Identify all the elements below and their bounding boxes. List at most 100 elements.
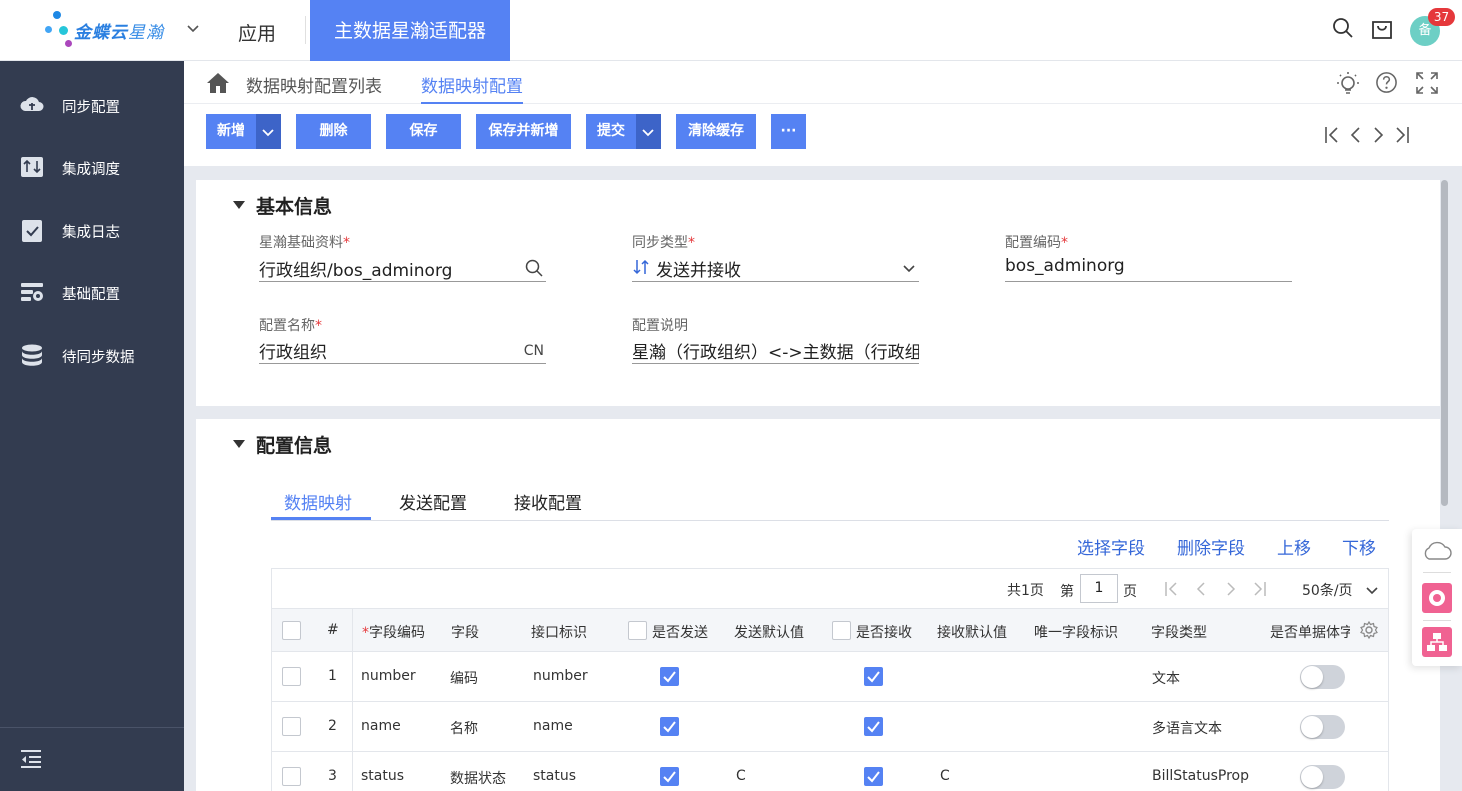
single-toggle-off[interactable] xyxy=(1300,665,1345,689)
search-icon[interactable] xyxy=(525,259,543,277)
sidebar-item-base-config[interactable]: 基础配置 xyxy=(0,261,184,323)
collapse-triangle-icon[interactable] xyxy=(233,440,245,448)
tab-send-config[interactable]: 发送配置 xyxy=(399,489,467,514)
active-app-tab[interactable]: 主数据星瀚适配器 xyxy=(310,0,510,61)
more-button[interactable]: ··· xyxy=(771,114,806,149)
sync-type-select[interactable]: 发送并接收 xyxy=(632,252,919,282)
cart-icon[interactable] xyxy=(1370,17,1394,41)
grid-pager: 共1页 第 1 页 50条/页 xyxy=(272,569,1388,609)
kingdee-logo-icon[interactable] xyxy=(42,10,72,50)
config-desc-field[interactable]: 星瀚（行政组织）<->主数据（行政组 xyxy=(632,334,919,364)
breadcrumb-item-current[interactable]: 数据映射配置 xyxy=(421,72,523,104)
field-cell[interactable]: 名称 xyxy=(450,718,478,738)
receive-checkbox-checked[interactable] xyxy=(864,667,883,686)
field-cell[interactable]: 编码 xyxy=(450,668,478,688)
cloud-icon[interactable] xyxy=(1422,539,1452,561)
send-default-cell[interactable]: C xyxy=(736,768,746,784)
fullscreen-icon[interactable] xyxy=(1416,72,1438,94)
collapse-menu-icon[interactable] xyxy=(19,749,43,769)
divider xyxy=(305,16,306,44)
cloud-sync-icon xyxy=(20,97,44,111)
next-record-icon[interactable] xyxy=(1372,126,1386,144)
send-all-checkbox[interactable] xyxy=(628,621,647,640)
sidebar-item-pending-data[interactable]: 待同步数据 xyxy=(0,324,184,386)
submit-button[interactable]: 提交 xyxy=(586,114,636,149)
delete-field-button[interactable]: 删除字段 xyxy=(1177,534,1245,559)
api-id-cell[interactable]: name xyxy=(533,718,573,734)
tab-data-mapping[interactable]: 数据映射 xyxy=(284,489,352,514)
home-icon[interactable] xyxy=(206,72,230,94)
field-code-cell[interactable]: status xyxy=(361,768,404,784)
select-field-button[interactable]: 选择字段 xyxy=(1077,534,1145,559)
language-code[interactable]: CN xyxy=(524,343,544,359)
send-checkbox-checked[interactable] xyxy=(660,667,679,686)
field-code-cell[interactable]: name xyxy=(361,718,401,734)
row-checkbox[interactable] xyxy=(282,767,301,786)
new-button[interactable]: 新增 xyxy=(206,114,256,149)
receive-checkbox-checked[interactable] xyxy=(864,767,883,786)
save-and-new-button[interactable]: 保存并新增 xyxy=(476,114,571,149)
last-page-icon[interactable] xyxy=(1253,581,1267,597)
next-page-icon[interactable] xyxy=(1225,581,1237,597)
table-row[interactable]: 2 name 名称 name 多语言文本 xyxy=(272,702,1388,752)
org-chart-button[interactable] xyxy=(1422,627,1452,657)
api-id-cell[interactable]: status xyxy=(533,768,576,784)
row-checkbox[interactable] xyxy=(282,667,301,686)
collapse-triangle-icon[interactable] xyxy=(233,201,245,209)
last-record-icon[interactable] xyxy=(1394,126,1410,144)
sidebar-item-sync-config[interactable]: 同步配置 xyxy=(0,74,184,136)
first-record-icon[interactable] xyxy=(1324,126,1340,144)
receive-default-cell[interactable]: C xyxy=(940,768,950,784)
receive-all-checkbox[interactable] xyxy=(832,621,851,640)
submit-dropdown-button[interactable] xyxy=(636,114,661,149)
table-row[interactable]: 3 status 数据状态 status C C BillStatusProp xyxy=(272,752,1388,791)
lightbulb-icon[interactable] xyxy=(1336,71,1360,95)
col-field: 字段 xyxy=(451,625,479,641)
sidebar-item-log[interactable]: 集成日志 xyxy=(0,199,184,261)
send-checkbox-checked[interactable] xyxy=(660,767,679,786)
select-all-checkbox[interactable] xyxy=(282,621,301,640)
move-down-button[interactable]: 下移 xyxy=(1342,534,1376,559)
send-checkbox-checked[interactable] xyxy=(660,717,679,736)
settings-icon xyxy=(21,283,43,301)
toggle-knob xyxy=(1301,766,1323,788)
app-menu-tab[interactable]: 应用 xyxy=(238,19,276,46)
table-row[interactable]: 1 number 编码 number 文本 xyxy=(272,652,1388,702)
page-input[interactable]: 1 xyxy=(1080,574,1118,603)
brand-name[interactable]: 金蝶云星瀚 xyxy=(74,18,164,43)
gear-icon[interactable] xyxy=(1360,621,1378,639)
first-page-icon[interactable] xyxy=(1164,581,1178,597)
tab-receive-config[interactable]: 接收配置 xyxy=(514,489,582,514)
page-size-select[interactable]: 50条/页 xyxy=(1302,580,1353,600)
search-icon[interactable] xyxy=(1332,17,1354,39)
single-toggle-off[interactable] xyxy=(1300,715,1345,739)
new-dropdown-button[interactable] xyxy=(256,114,281,149)
help-icon[interactable] xyxy=(1375,71,1398,94)
vertical-scrollbar[interactable] xyxy=(1441,180,1448,506)
field-code-cell[interactable]: number xyxy=(361,668,416,684)
save-button[interactable]: 保存 xyxy=(386,114,461,149)
field-cell[interactable]: 数据状态 xyxy=(450,768,506,788)
config-code-field[interactable]: bos_adminorg xyxy=(1005,252,1292,282)
api-id-cell[interactable]: number xyxy=(533,668,588,684)
delete-button[interactable]: 删除 xyxy=(296,114,371,149)
divider xyxy=(352,752,353,791)
config-code-label: 配置编码* xyxy=(1005,232,1068,252)
sidebar-item-schedule[interactable]: 集成调度 xyxy=(0,136,184,198)
xh-base-field[interactable]: 行政组织/bos_adminorg xyxy=(259,252,546,282)
previous-page-icon[interactable] xyxy=(1195,581,1207,597)
assistant-button[interactable] xyxy=(1422,583,1452,613)
chevron-down-icon[interactable] xyxy=(186,21,200,35)
receive-checkbox-checked[interactable] xyxy=(864,717,883,736)
breadcrumb-item-list[interactable]: 数据映射配置列表 xyxy=(246,72,382,97)
move-up-button[interactable]: 上移 xyxy=(1277,534,1311,559)
config-name-field[interactable]: 行政组织 CN xyxy=(259,334,546,364)
page-prefix: 第 xyxy=(1060,584,1074,600)
xh-base-value: 行政组织/bos_adminorg xyxy=(259,261,453,281)
chevron-down-icon[interactable] xyxy=(1365,583,1379,597)
previous-record-icon[interactable] xyxy=(1348,126,1362,144)
single-toggle-off[interactable] xyxy=(1300,765,1345,789)
clear-cache-button[interactable]: 清除缓存 xyxy=(676,114,756,149)
divider xyxy=(352,652,353,701)
row-checkbox[interactable] xyxy=(282,717,301,736)
